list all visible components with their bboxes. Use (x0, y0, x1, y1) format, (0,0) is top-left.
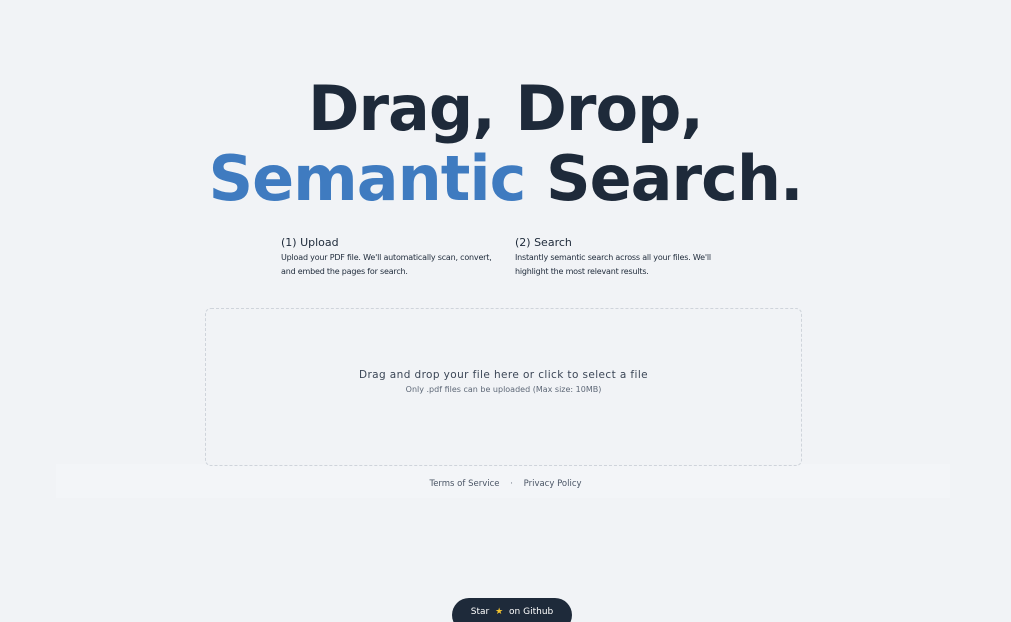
step-upload-desc-line-2: and embed the pages for search. (281, 267, 408, 276)
step-upload: (1) Upload Upload your PDF file. We'll a… (281, 236, 501, 279)
step-search-desc-line-1: Instantly semantic search across all you… (515, 253, 711, 262)
footer-separator: · (510, 479, 513, 489)
hero-line-2: Semantic Search. (0, 144, 1011, 214)
footer-links: Terms of Service · Privacy Policy (0, 479, 1011, 489)
dropzone-instructions: Drag and drop your file here or click to… (358, 369, 649, 381)
hero-accent-word: Semantic (208, 142, 526, 215)
step-upload-title: (1) Upload (281, 236, 339, 249)
page: Drag, Drop, Semantic Search. (1) Upload … (0, 0, 1011, 622)
hero-headline: Drag, Drop, Semantic Search. (0, 74, 1011, 214)
hero-line-1: Drag, Drop, (308, 72, 704, 145)
step-search: (2) Search Instantly semantic search acr… (515, 236, 735, 279)
github-button-prefix: Star (470, 607, 490, 617)
step-upload-desc-line-1: Upload your PDF file. We'll automaticall… (281, 253, 492, 262)
dropzone-file-restrictions: Only .pdf files can be uploaded (Max siz… (405, 385, 602, 394)
hero-line-2-rest: Search. (525, 142, 804, 215)
step-search-title: (2) Search (515, 236, 572, 249)
step-search-desc-line-2: highlight the most relevant results. (515, 267, 649, 276)
star-on-github-button[interactable]: Star ★ on Github (452, 598, 572, 622)
privacy-policy-link[interactable]: Privacy Policy (524, 479, 582, 489)
github-button-suffix: on Github (509, 607, 554, 617)
steps-section: (1) Upload Upload your PDF file. We'll a… (281, 236, 741, 286)
file-dropzone[interactable]: Drag and drop your file here or click to… (205, 308, 802, 466)
star-icon: ★ (495, 607, 504, 617)
terms-of-service-link[interactable]: Terms of Service (429, 479, 499, 489)
